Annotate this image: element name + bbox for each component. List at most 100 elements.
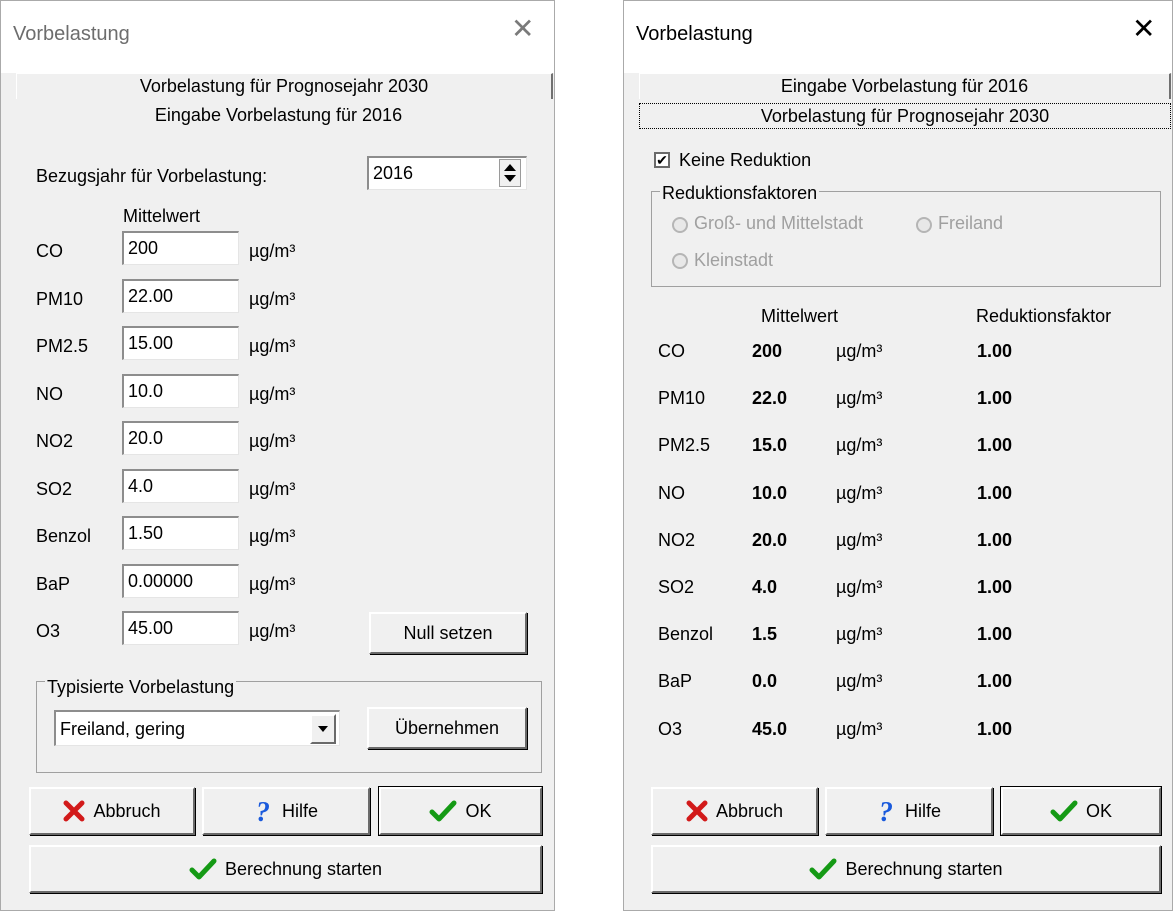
dialog-vorbelastung-prognose: Vorbelastung ✕ Eingabe Vorbelastung für … — [623, 0, 1173, 911]
pollutant-label: Benzol — [658, 624, 714, 645]
radio-freiland[interactable] — [916, 217, 932, 233]
checkmark-icon — [1050, 800, 1078, 822]
pollutant-label: PM10 — [36, 288, 84, 309]
mittelwert-input[interactable]: 45.00 — [122, 611, 239, 645]
x-icon — [63, 800, 85, 822]
berechnung-label: Berechnung starten — [845, 858, 1003, 879]
unit-label: µg/m³ — [836, 435, 883, 456]
close-icon[interactable]: ✕ — [1132, 15, 1155, 43]
radio-klein-label: Kleinstadt — [694, 250, 774, 270]
pollutant-label: NO — [36, 383, 63, 404]
hilfe-label: Hilfe — [281, 800, 318, 821]
reduktionsfaktor-value: 1.00 — [977, 718, 1013, 739]
mittelwert-value: 22.0 — [752, 388, 788, 409]
unit-label: µg/m³ — [836, 341, 883, 361]
bezugsjahr-label: Bezugsjahr für Vorbelastung: — [36, 166, 268, 186]
mittelwert-value: 0.0 — [752, 671, 778, 692]
abbruch-button[interactable]: Abbruch — [29, 787, 195, 835]
reduktionsfaktoren-group — [651, 191, 1161, 287]
unit-label: µg/m³ — [249, 241, 296, 261]
uebernehmen-button[interactable]: Übernehmen — [367, 707, 527, 749]
reduktionsfaktor-value: 1.00 — [977, 577, 1013, 597]
berechnung-starten-button[interactable]: Berechnung starten — [651, 845, 1161, 893]
title-bar: Vorbelastung ✕ — [624, 1, 1172, 73]
reduktionsfaktor-value: 1.00 — [977, 341, 1013, 361]
mittelwert-header: Mittelwert — [123, 206, 201, 226]
mittelwert-input[interactable]: 0.00000 — [122, 563, 239, 598]
mittelwert-value: 4.0 — [752, 577, 778, 597]
keine-reduktion-label: Keine Reduktion — [679, 150, 812, 170]
tab-eingabe[interactable]: Eingabe Vorbelastung für 2016 — [639, 73, 1171, 99]
mittelwert-input[interactable]: 20.0 — [122, 421, 239, 455]
mittelwert-input[interactable]: 200 — [122, 231, 239, 265]
reduktionsfaktor-value: 1.00 — [977, 529, 1013, 550]
unit-label: µg/m³ — [836, 388, 883, 409]
mittelwert-input[interactable]: 15.00 — [122, 326, 239, 360]
keine-reduktion-checkbox[interactable]: ✔ — [654, 152, 670, 168]
pollutant-label: Benzol — [36, 526, 92, 546]
mittelwert-value: 200 — [752, 341, 783, 361]
mittelwert-value: 15.0 — [752, 435, 788, 456]
unit-label: µg/m³ — [836, 577, 883, 597]
dialog-vorbelastung-eingabe: Vorbelastung ✕ Vorbelastung für Prognose… — [0, 0, 555, 911]
ok-label: OK — [465, 800, 492, 821]
radio-kleinstadt[interactable] — [672, 253, 688, 269]
pollutant-label: NO — [658, 482, 685, 503]
pollutant-label: PM10 — [658, 388, 706, 409]
unit-label: µg/m³ — [249, 288, 296, 309]
pollutant-label: SO2 — [658, 577, 695, 597]
abbruch-label: Abbruch — [715, 800, 784, 821]
unit-label: µg/m³ — [249, 526, 296, 546]
ok-label: OK — [1085, 800, 1112, 821]
berechnung-label: Berechnung starten — [224, 858, 383, 879]
pollutant-label: NO2 — [658, 529, 696, 550]
unit-label: µg/m³ — [249, 478, 296, 499]
pollutant-label: O3 — [36, 621, 61, 641]
reduktionsfaktor-value: 1.00 — [977, 435, 1013, 456]
typisiert-select[interactable]: Freiland, gering — [54, 710, 340, 746]
mittelwert-header: Mittelwert — [761, 306, 839, 326]
hilfe-button[interactable]: ? Hilfe — [825, 787, 993, 835]
mittelwert-input[interactable]: 4.0 — [122, 468, 239, 503]
pollutant-label: BaP — [658, 671, 693, 692]
year-spinner[interactable] — [499, 159, 521, 187]
tab-prognosejahr[interactable]: Vorbelastung für Prognosejahr 2030 — [16, 73, 553, 99]
null-setzen-button[interactable]: Null setzen — [369, 612, 527, 654]
tab-eingabe[interactable]: Eingabe Vorbelastung für 2016 — [16, 103, 541, 129]
hilfe-button[interactable]: ? Hilfe — [202, 787, 370, 835]
question-icon: ? — [879, 798, 893, 824]
unit-label: µg/m³ — [836, 529, 883, 550]
radio-freiland-label: Freiland — [938, 213, 1004, 233]
checkmark-icon — [429, 800, 457, 822]
window-title: Vorbelastung — [13, 23, 130, 45]
reduktionsfaktor-value: 1.00 — [977, 671, 1013, 692]
unit-label: µg/m³ — [249, 621, 296, 641]
chevron-down-icon — [318, 726, 328, 732]
checkmark-icon — [809, 858, 837, 880]
abbruch-label: Abbruch — [93, 800, 161, 821]
unit-label: µg/m³ — [836, 624, 883, 645]
mittelwert-input[interactable]: 1.50 — [122, 516, 239, 550]
abbruch-button[interactable]: Abbruch — [651, 787, 818, 835]
unit-label: µg/m³ — [249, 336, 296, 356]
mittelwert-input[interactable]: 10.0 — [122, 373, 239, 408]
mittelwert-value: 1.5 — [752, 624, 778, 645]
dropdown-arrow-button[interactable] — [310, 714, 336, 744]
berechnung-starten-button[interactable]: Berechnung starten — [29, 845, 542, 893]
unit-label: µg/m³ — [249, 383, 296, 404]
mittelwert-value: 20.0 — [752, 529, 788, 550]
ok-button[interactable]: OK — [378, 786, 543, 836]
typisiert-selected-value: Freiland, gering — [60, 719, 186, 739]
title-bar: Vorbelastung ✕ — [1, 1, 554, 73]
checkmark-icon — [189, 858, 217, 880]
tab-prognosejahr[interactable]: Vorbelastung für Prognosejahr 2030 — [639, 103, 1171, 129]
radio-gross-mittelstadt[interactable] — [672, 217, 688, 233]
svg-text:?: ? — [256, 798, 270, 824]
close-icon[interactable]: ✕ — [511, 15, 534, 43]
question-icon: ? — [256, 798, 270, 824]
reduktionsfaktor-header: Reduktionsfaktor — [976, 306, 1112, 326]
ok-button[interactable]: OK — [1000, 786, 1162, 836]
mittelwert-input[interactable]: 22.00 — [122, 278, 239, 313]
unit-label: µg/m³ — [836, 482, 883, 503]
pollutant-label: SO2 — [36, 478, 73, 499]
